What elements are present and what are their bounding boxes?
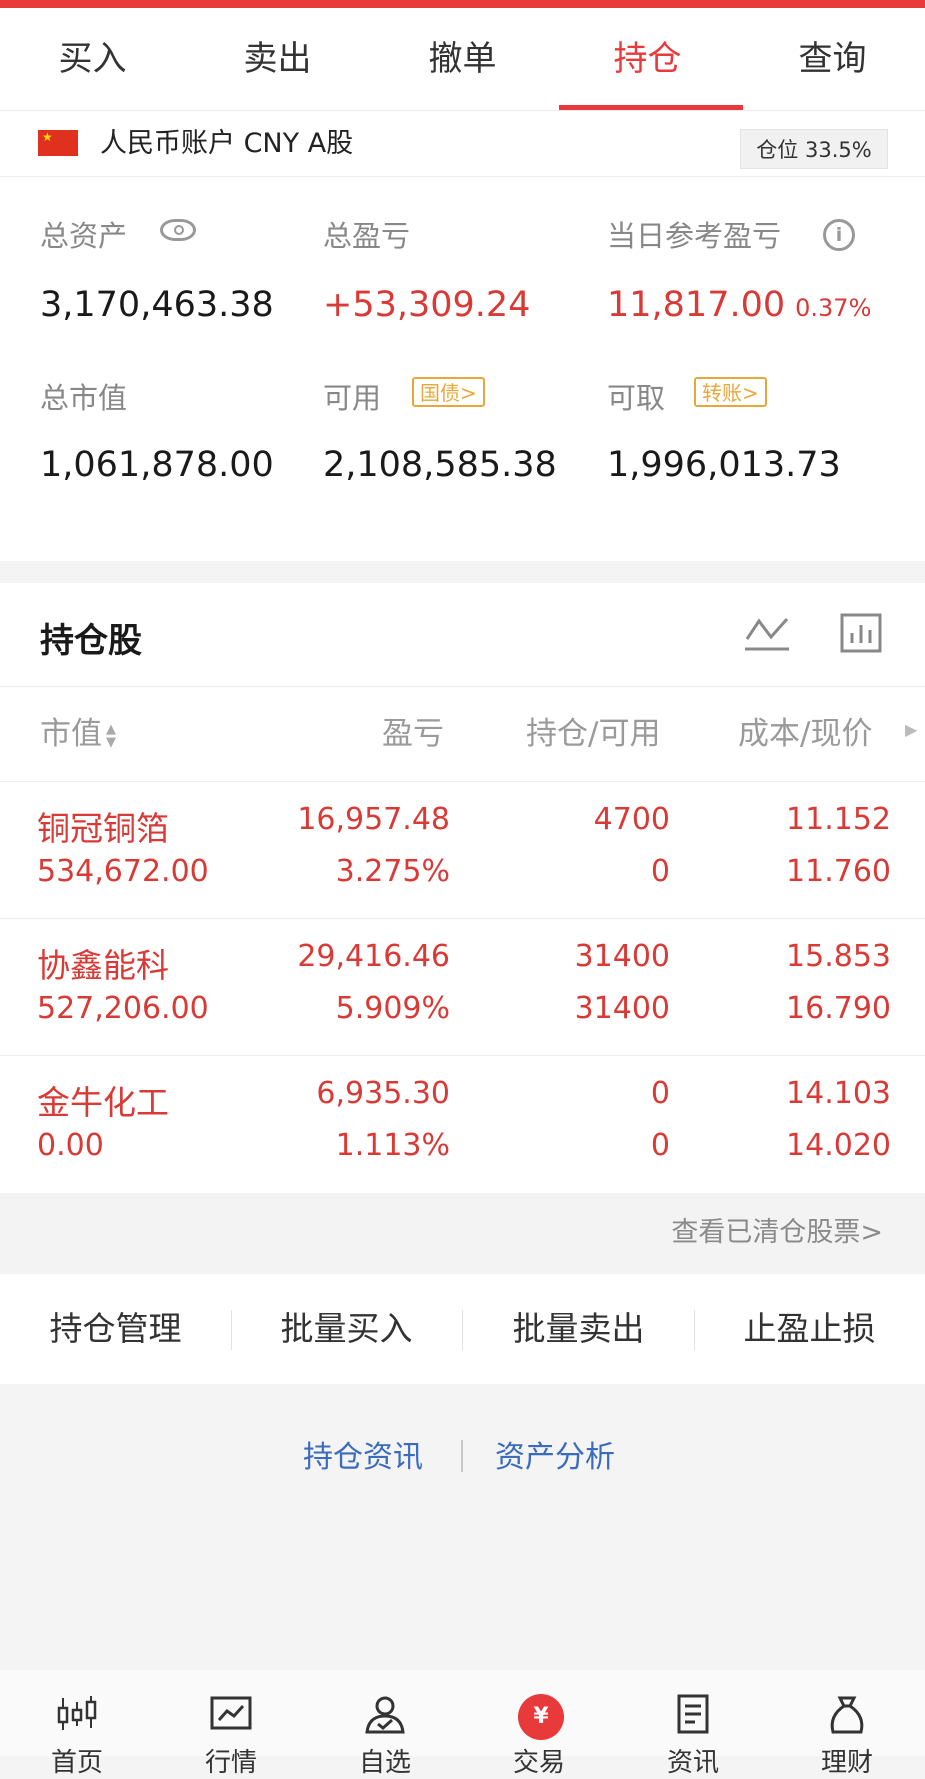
col-market-value[interactable]: 市值 ▲ ▼ <box>40 708 116 753</box>
stock-available: 31400 <box>574 991 670 1026</box>
nav-label: 交易 <box>512 1748 565 1778</box>
user-check-icon <box>365 1696 405 1734</box>
nav-label: 理财 <box>820 1748 873 1778</box>
table-row[interactable]: 铜冠铜箔 534,672.00 16,957.48 3.275% 4700 0 … <box>0 782 925 918</box>
daily-pnl-label: 当日参考盈亏 <box>607 219 782 253</box>
stock-market-value: 527,206.00 <box>37 991 209 1026</box>
china-flag-icon: ★ <box>38 130 78 156</box>
tab-sell[interactable]: 卖出 <box>185 8 370 110</box>
stock-position: 0 <box>650 1076 670 1111</box>
available-value: 2,108,585.38 <box>323 445 557 485</box>
account-bar[interactable]: ★ 人民币账户 CNY A股 仓位 33.5% <box>0 111 925 177</box>
tab-query[interactable]: 查询 <box>740 8 925 110</box>
chevron-right-icon[interactable]: ▶ <box>905 720 917 739</box>
treasury-bond-tag[interactable]: 国债> <box>412 377 485 407</box>
stock-market-value: 0.00 <box>37 1128 104 1163</box>
stock-available: 0 <box>650 854 670 889</box>
total-assets-value: 3,170,463.38 <box>40 285 274 325</box>
col-cost-price: 成本/现价 <box>738 716 873 752</box>
document-icon <box>677 1694 709 1734</box>
active-tab-indicator <box>559 105 743 110</box>
nav-watchlist[interactable]: 自选 <box>308 1670 462 1778</box>
nav-label: 资讯 <box>666 1748 719 1778</box>
yuan-icon: ¥ <box>518 1694 564 1740</box>
take-profit-stop-loss-button[interactable]: 止盈止损 <box>694 1274 925 1384</box>
top-accent-bar <box>0 0 925 8</box>
stock-pnl: 6,935.30 <box>316 1076 450 1111</box>
total-assets-label: 总资产 <box>40 219 128 253</box>
batch-buy-button[interactable]: 批量买入 <box>231 1274 462 1384</box>
tab-cancel[interactable]: 撤单 <box>370 8 555 110</box>
col-position: 持仓/可用 <box>526 716 661 752</box>
divider <box>0 686 925 687</box>
chart-line-icon <box>210 1696 252 1730</box>
batch-sell-button[interactable]: 批量卖出 <box>463 1274 694 1384</box>
col-market-value-label: 市值 <box>40 716 102 752</box>
stock-pnl-percent: 3.275% <box>335 854 450 889</box>
stock-pnl: 29,416.46 <box>297 939 450 974</box>
nav-home[interactable]: 首页 <box>0 1670 154 1778</box>
stock-name: 金牛化工 <box>37 1083 169 1122</box>
stock-position: 31400 <box>574 939 670 974</box>
daily-pnl-value: 11,817.00 0.37% <box>607 285 871 325</box>
available-label: 可用 <box>323 381 382 415</box>
tab-holdings[interactable]: 持仓 <box>555 8 740 110</box>
stock-available: 0 <box>650 1128 670 1163</box>
stock-cost: 11.152 <box>786 802 891 837</box>
stock-market-value: 534,672.00 <box>37 854 209 889</box>
tab-buy[interactable]: 买入 <box>0 8 185 110</box>
manage-holdings-button[interactable]: 持仓管理 <box>0 1274 231 1384</box>
stock-pnl-percent: 5.909% <box>335 991 450 1026</box>
stock-cost: 14.103 <box>786 1076 891 1111</box>
nav-wealth[interactable]: 理财 <box>770 1670 924 1778</box>
account-label: 人民币账户 CNY A股 <box>100 128 354 159</box>
holding-actions: 持仓管理 批量买入 批量卖出 止盈止损 <box>0 1274 925 1384</box>
bottom-navigation: 首页 行情 自选 交易 资讯 理财 <box>0 1670 925 1778</box>
market-value-value: 1,061,878.00 <box>40 445 274 485</box>
info-links: 持仓资讯 资产分析 <box>0 1384 925 1524</box>
total-pnl-value: +53,309.24 <box>323 285 531 325</box>
info-icon[interactable]: i <box>823 219 855 251</box>
nav-label: 自选 <box>358 1748 411 1778</box>
cleared-stocks-link[interactable]: 查看已清仓股票> <box>671 1193 883 1273</box>
holdings-title: 持仓股 <box>40 621 142 661</box>
asset-summary: 总资产 3,170,463.38 总盈亏 +53,309.24 当日参考盈亏 i… <box>0 177 925 561</box>
nav-market[interactable]: 行情 <box>154 1670 308 1778</box>
daily-pnl-amount: 11,817.00 <box>607 285 786 325</box>
withdrawable-value: 1,996,013.73 <box>607 445 841 485</box>
nav-label: 行情 <box>204 1748 257 1778</box>
cleared-stocks-bar: 查看已清仓股票> <box>0 1193 925 1273</box>
stock-name: 协鑫能科 <box>37 946 169 985</box>
asset-analysis-link[interactable]: 资产分析 <box>495 1432 615 1476</box>
nav-news[interactable]: 资讯 <box>616 1670 770 1778</box>
total-pnl-label: 总盈亏 <box>323 219 411 253</box>
sort-icon: ▲ ▼ <box>106 721 116 750</box>
col-pnl: 盈亏 <box>382 716 444 752</box>
bar-chart-icon[interactable] <box>840 613 882 653</box>
table-row[interactable]: 金牛化工 0.00 6,935.30 1.113% 0 0 14.103 14.… <box>0 1056 925 1192</box>
money-bag-icon <box>830 1696 864 1734</box>
stock-pnl-percent: 1.113% <box>335 1128 450 1163</box>
daily-pnl-percent: 0.37% <box>795 294 872 322</box>
stock-pnl: 16,957.48 <box>297 802 450 837</box>
stock-position: 4700 <box>593 802 670 837</box>
stock-price: 14.020 <box>786 1128 891 1163</box>
trade-tabs: 买入 卖出 撤单 持仓 查询 <box>0 8 925 111</box>
nav-label: 首页 <box>50 1748 103 1778</box>
holding-news-link[interactable]: 持仓资讯 <box>303 1432 423 1476</box>
stock-cost: 15.853 <box>786 939 891 974</box>
transfer-tag[interactable]: 转账> <box>694 377 767 407</box>
stock-name: 铜冠铜箔 <box>37 809 169 848</box>
eye-icon[interactable] <box>160 219 196 241</box>
market-value-label: 总市值 <box>40 381 128 415</box>
table-row[interactable]: 协鑫能科 527,206.00 29,416.46 5.909% 31400 3… <box>0 919 925 1055</box>
trend-line-icon[interactable] <box>743 613 791 653</box>
stock-price: 11.760 <box>786 854 891 889</box>
position-ratio-badge: 仓位 33.5% <box>740 129 888 169</box>
stock-price: 16.790 <box>786 991 891 1026</box>
candlestick-icon <box>57 1696 97 1730</box>
withdrawable-label: 可取 <box>607 381 666 415</box>
divider <box>461 1440 463 1472</box>
